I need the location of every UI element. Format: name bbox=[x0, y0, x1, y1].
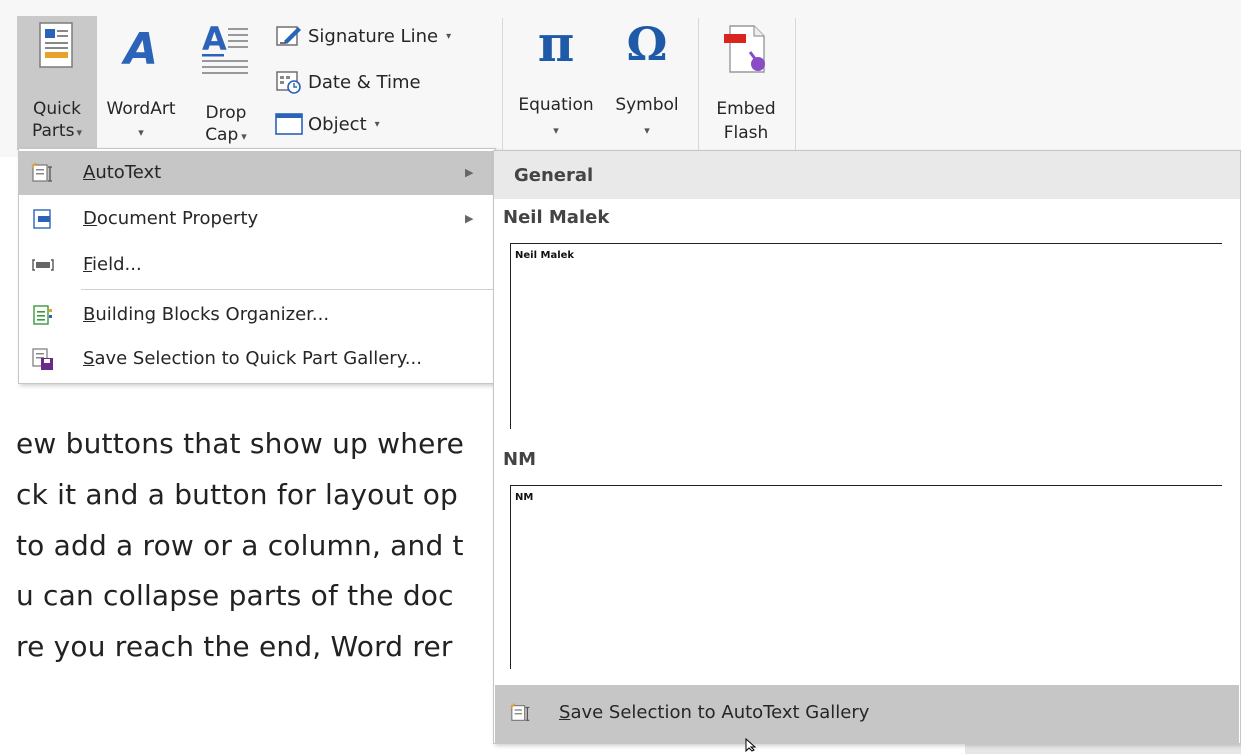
quick-parts-menu: AutoText ▶ Document Property ▶ Field... … bbox=[18, 148, 496, 384]
autotext-icon bbox=[31, 162, 52, 182]
preview-text: NM bbox=[515, 492, 534, 503]
equation-button[interactable]: π Equation ▾ bbox=[510, 16, 602, 150]
embed-flash-button[interactable]: Embed Flash bbox=[704, 16, 788, 150]
wordart-label: WordArt bbox=[106, 99, 176, 119]
object-label: Object bbox=[308, 113, 367, 135]
equation-label: Equation bbox=[518, 95, 594, 115]
object-icon bbox=[274, 111, 304, 137]
menu-item-label: Field... bbox=[83, 254, 142, 275]
menu-item-label: Building Blocks Organizer... bbox=[83, 304, 330, 325]
chevron-down-icon: ▾ bbox=[644, 124, 650, 137]
gallery-entry-title: NM bbox=[503, 449, 536, 470]
signature-line-label: Signature Line bbox=[308, 25, 439, 47]
svg-text:A: A bbox=[121, 24, 158, 70]
document-text-line: u can collapse parts of the doc bbox=[16, 579, 454, 612]
submenu-arrow-icon: ▶ bbox=[465, 166, 474, 179]
wordart-icon: A bbox=[121, 24, 158, 70]
flash-document-icon bbox=[724, 25, 765, 73]
symbol-label: Symbol bbox=[615, 95, 679, 115]
gallery-entry-preview[interactable]: NM bbox=[510, 485, 1222, 669]
signature-line-icon bbox=[274, 23, 304, 49]
ribbon: Quick Parts ▾ A WordArt ▾ A Drop Cap ▾ S… bbox=[0, 0, 1241, 157]
menu-item-autotext[interactable]: AutoText ▶ bbox=[19, 151, 495, 195]
chevron-down-icon: ▾ bbox=[374, 118, 380, 130]
field-icon bbox=[32, 259, 54, 271]
gallery-entry-title: Neil Malek bbox=[503, 207, 610, 228]
document-text-line: ck it and a button for layout op bbox=[16, 478, 459, 511]
calendar-clock-icon bbox=[274, 69, 304, 95]
date-time-label: Date & Time bbox=[308, 71, 421, 93]
document-text-line: to add a row or a column, and t bbox=[16, 529, 464, 562]
ribbon-group-separator bbox=[795, 18, 796, 150]
mouse-pointer-icon bbox=[745, 738, 757, 752]
drop-cap-label-line2: Cap ▾ bbox=[205, 125, 247, 145]
chevron-down-icon: ▾ bbox=[138, 126, 144, 139]
signature-line-button[interactable]: Signature Line ▾ bbox=[274, 20, 451, 52]
gallery-category-header: General bbox=[494, 151, 1240, 199]
svg-text:A: A bbox=[202, 20, 227, 58]
drop-cap-icon: A bbox=[202, 20, 248, 74]
drop-cap-button[interactable]: A Drop Cap ▾ bbox=[190, 16, 262, 150]
quick-parts-label-line2: Parts ▾ bbox=[32, 121, 82, 141]
save-selection-to-autotext-gallery-button[interactable]: Save Selection to AutoText Gallery bbox=[495, 685, 1239, 743]
omega-icon: Ω bbox=[626, 17, 668, 71]
symbol-button[interactable]: Ω Symbol ▾ bbox=[604, 16, 690, 150]
quick-parts-label: Quick bbox=[32, 99, 82, 119]
save-quick-part-icon bbox=[32, 348, 53, 370]
quick-parts-button[interactable]: Quick Parts ▾ bbox=[17, 16, 97, 150]
menu-item-field[interactable]: Field... bbox=[19, 243, 495, 287]
date-time-button[interactable]: Date & Time bbox=[274, 66, 421, 98]
chevron-down-icon: ▾ bbox=[446, 30, 452, 42]
menu-item-document-property[interactable]: Document Property ▶ bbox=[19, 197, 495, 241]
gallery-entry-preview[interactable]: Neil Malek bbox=[510, 243, 1222, 429]
embed-flash-label: Embed bbox=[716, 99, 776, 119]
drop-cap-label: Drop bbox=[205, 103, 247, 123]
autotext-gallery: General Neil Malek Neil Malek NM NM Save… bbox=[493, 150, 1241, 744]
quick-parts-icon bbox=[39, 22, 73, 68]
menu-item-building-blocks-organizer[interactable]: Building Blocks Organizer... bbox=[19, 293, 495, 337]
menu-item-save-to-quick-part-gallery[interactable]: Save Selection to Quick Part Gallery... bbox=[19, 337, 495, 381]
document-property-icon bbox=[33, 209, 51, 229]
menu-item-label: Save Selection to Quick Part Gallery... bbox=[83, 348, 422, 369]
ribbon-group-separator bbox=[698, 18, 699, 150]
ribbon-group-separator bbox=[502, 18, 503, 150]
document-text-line: re you reach the end, Word rer bbox=[16, 630, 453, 663]
object-button[interactable]: Object ▾ bbox=[274, 108, 380, 140]
embed-flash-label-line2: Flash bbox=[723, 123, 769, 143]
autotext-icon bbox=[510, 703, 530, 721]
chevron-down-icon: ▾ bbox=[241, 130, 247, 143]
preview-text: Neil Malek bbox=[515, 250, 575, 261]
submenu-arrow-icon: ▶ bbox=[465, 212, 474, 225]
wordart-button[interactable]: A WordArt ▾ bbox=[100, 16, 182, 150]
menu-separator bbox=[81, 289, 493, 290]
menu-item-label: AutoText bbox=[83, 162, 162, 183]
chevron-down-icon: ▾ bbox=[553, 124, 559, 137]
document-text-line: ew buttons that show up where bbox=[16, 427, 465, 460]
chevron-down-icon: ▾ bbox=[76, 126, 82, 139]
menu-item-label: Document Property bbox=[83, 208, 259, 229]
pi-icon: π bbox=[537, 14, 575, 73]
footer-label: Save Selection to AutoText Gallery bbox=[559, 702, 870, 723]
building-blocks-icon bbox=[33, 305, 52, 325]
